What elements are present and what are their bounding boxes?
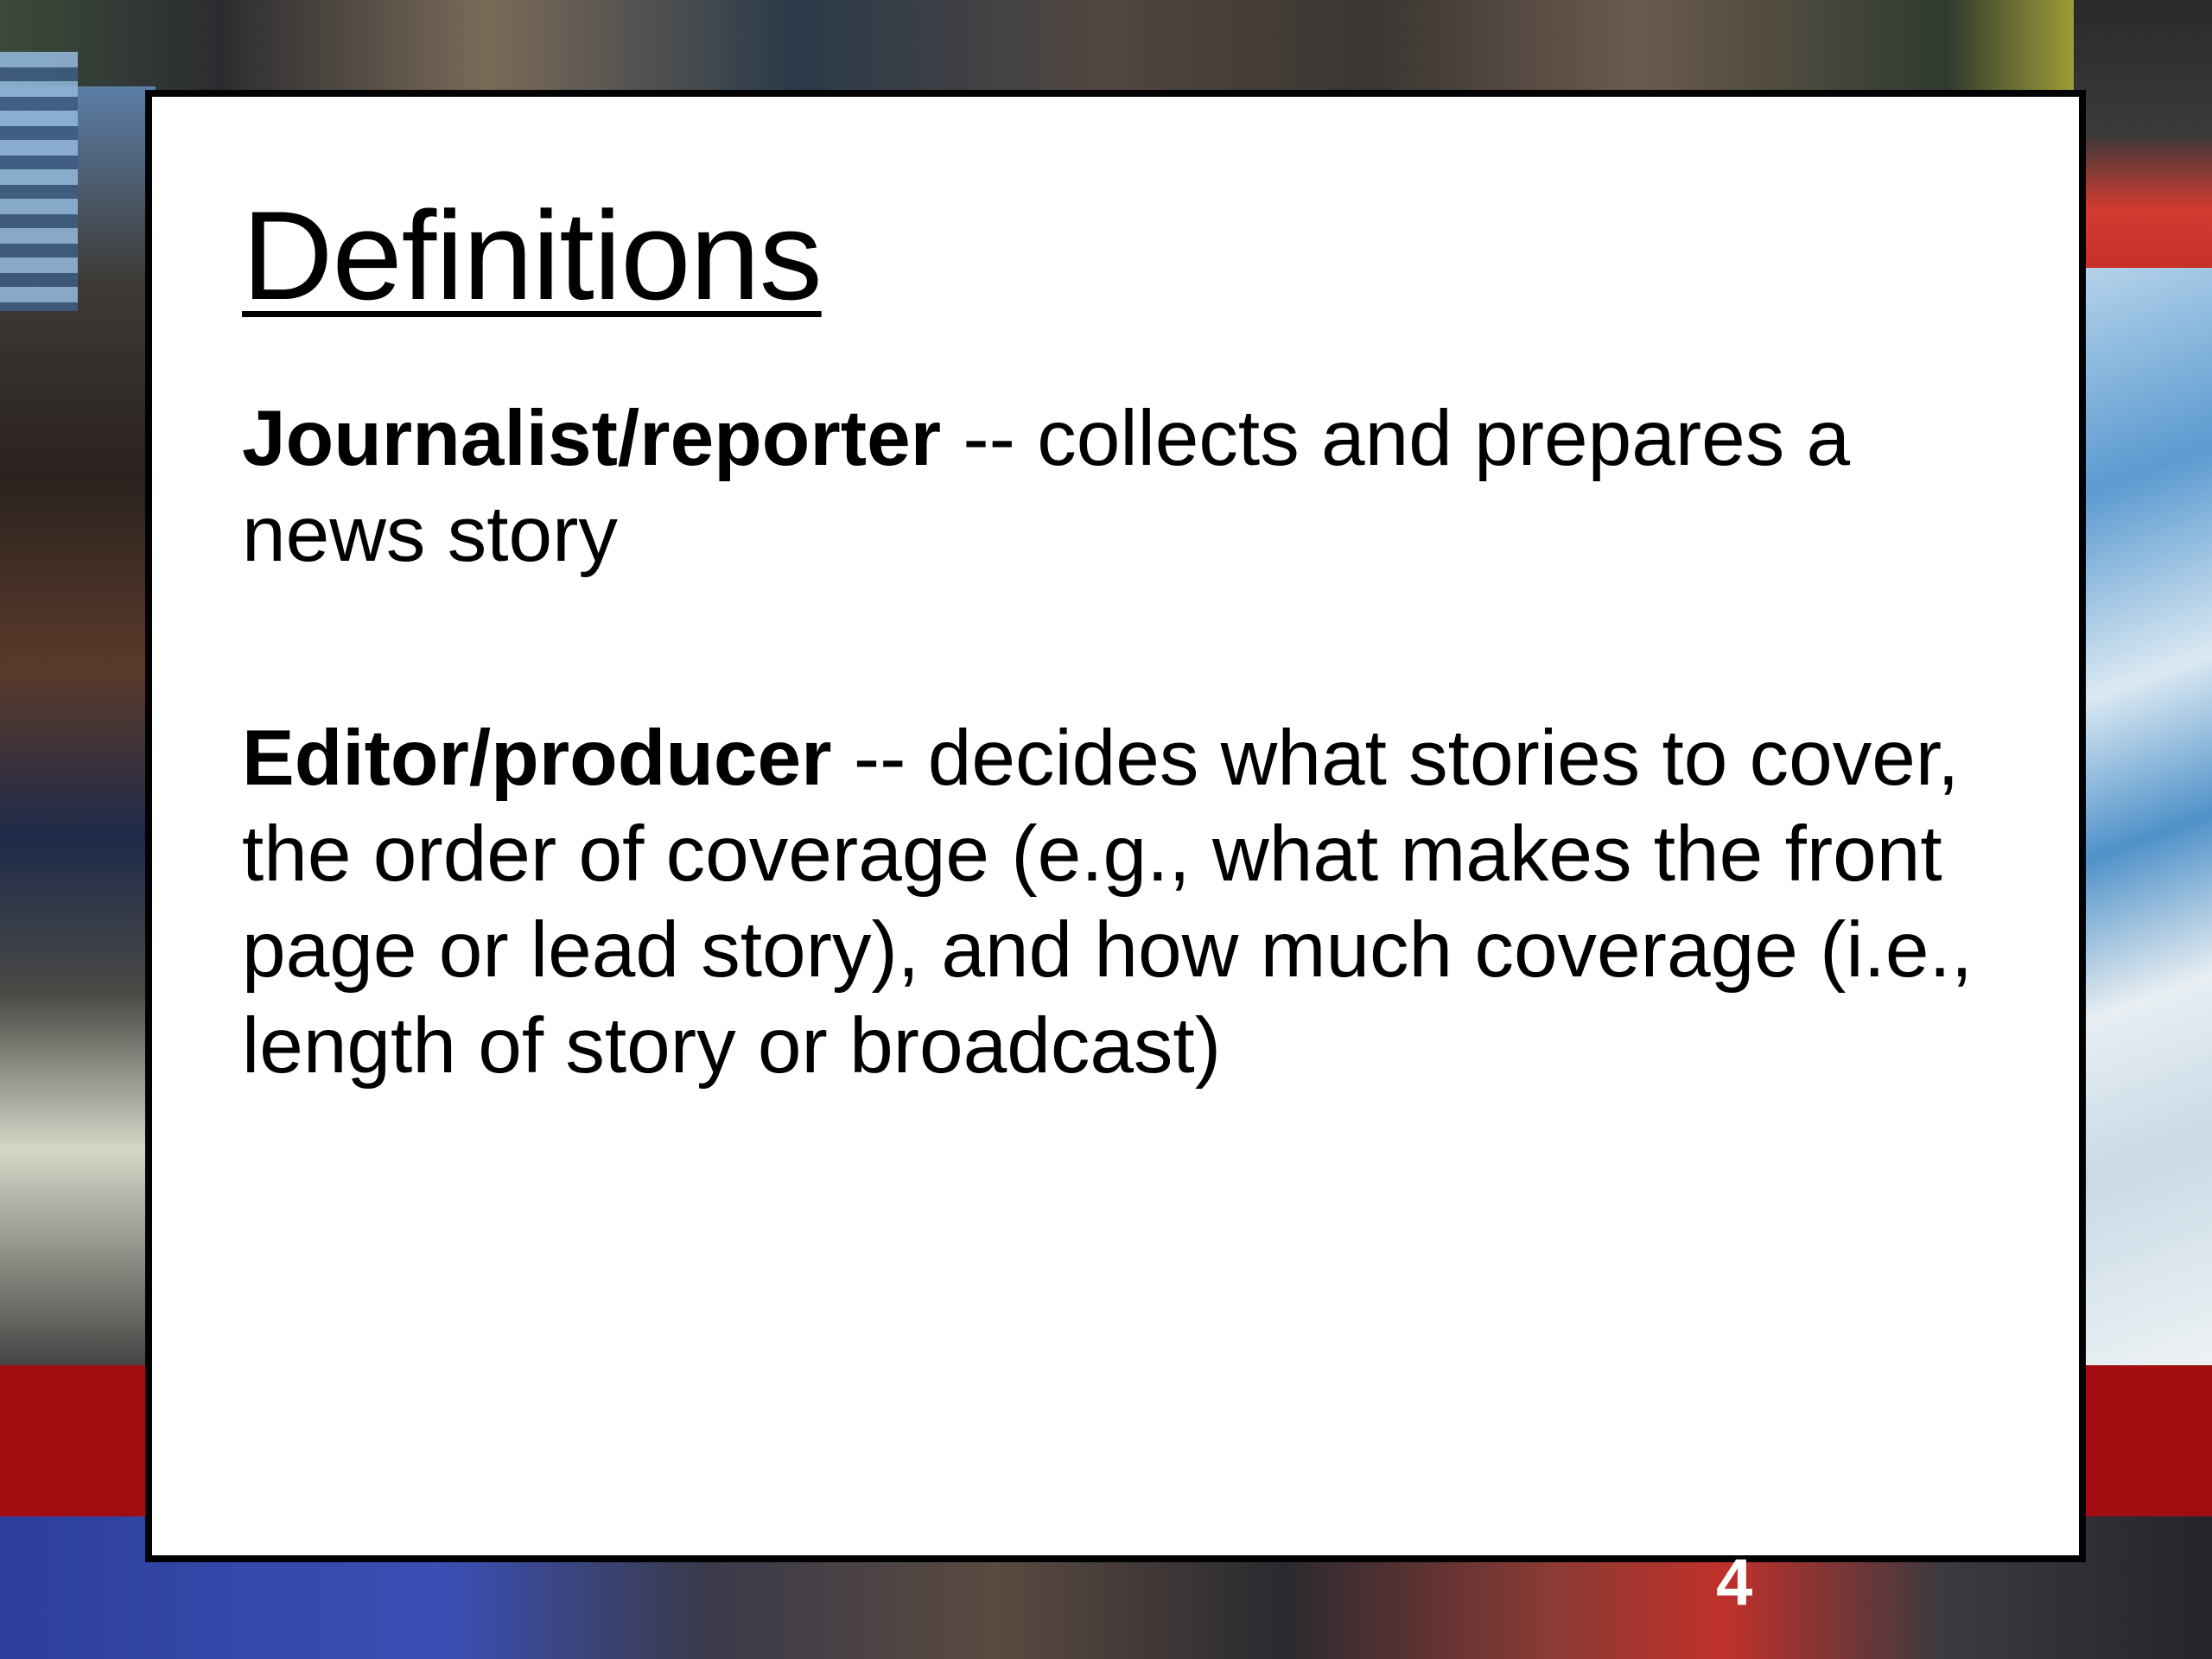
definition-term: Journalist/reporter — [242, 395, 942, 482]
slide-page-number: 4 — [1716, 1546, 1753, 1619]
definition-journalist: Journalist/reporter -- collects and prep… — [242, 391, 2039, 582]
background-photo-newspapers — [2074, 268, 2212, 1365]
background-photo-people — [2074, 0, 2212, 268]
slide-title: Definitions — [242, 185, 823, 326]
background-photo-striped-shirt — [0, 52, 78, 311]
definition-editor: Editor/producer -- decides what stories … — [242, 710, 2039, 1094]
definition-term: Editor/producer — [242, 715, 832, 802]
slide-content-box: Definitions Journalist/reporter -- colle… — [145, 90, 2086, 1562]
